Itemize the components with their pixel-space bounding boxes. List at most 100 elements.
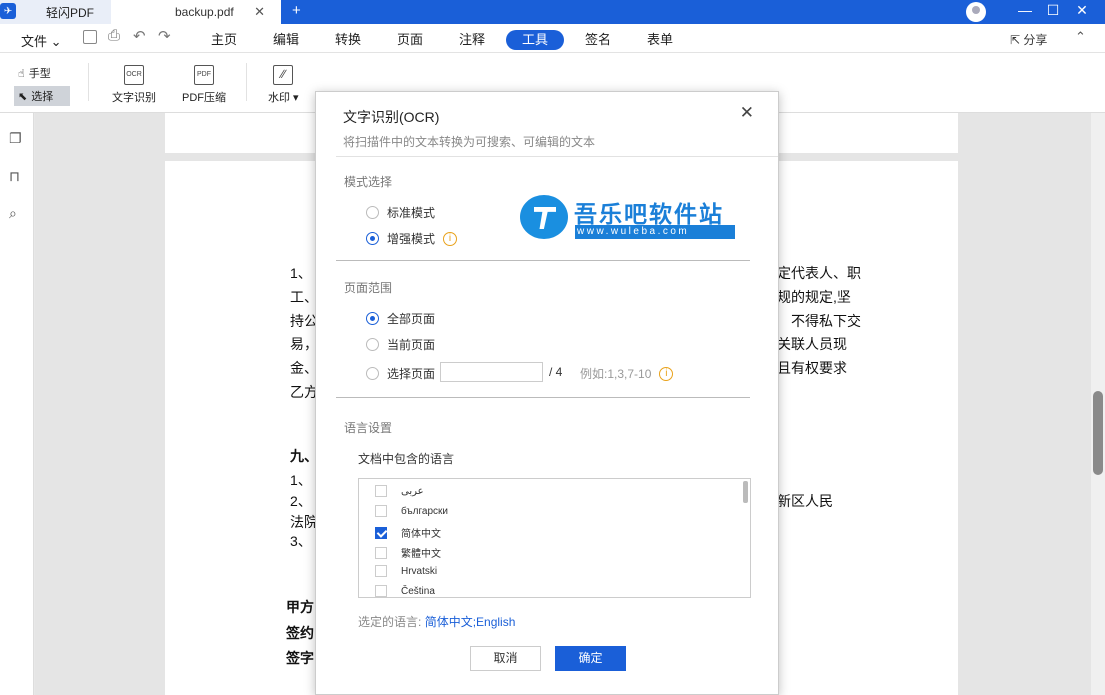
document-signature-text: 签约: [286, 625, 314, 641]
divider: [336, 397, 750, 398]
radio-indicator: [366, 206, 379, 219]
language-list[interactable]: عربى български 简体中文 繁體中文 Hrvatski Češtin…: [358, 478, 751, 598]
range-select-radio[interactable]: 选择页面: [366, 365, 435, 382]
document-text: 乙方: [290, 384, 318, 400]
language-section-label: 语言设置: [344, 421, 393, 435]
language-option[interactable]: български: [375, 505, 448, 517]
ocr-tool-button[interactable]: OCR 文字识别: [112, 65, 156, 105]
toolbar-divider: [88, 63, 89, 101]
range-section-label: 页面范围: [344, 281, 393, 295]
tab-home[interactable]: 主页: [196, 30, 252, 50]
bookmark-icon[interactable]: ⊓: [9, 168, 25, 186]
cancel-button[interactable]: 取消: [470, 646, 541, 671]
pages-thumbnail-icon[interactable]: ❐: [9, 130, 25, 148]
confirm-button[interactable]: 确定: [555, 646, 626, 671]
selected-languages-label: 选定的语言:: [358, 615, 422, 629]
document-signature-text: 甲方: [286, 599, 314, 615]
document-scrollbar[interactable]: [1091, 113, 1105, 695]
app-tab[interactable]: ✈ 轻闪PDF: [0, 0, 111, 24]
close-window-button[interactable]: ✕: [1072, 2, 1092, 19]
close-tab-icon[interactable]: ✕: [254, 4, 265, 20]
checkbox[interactable]: [375, 546, 387, 559]
document-tab-label: backup.pdf: [175, 5, 234, 19]
info-icon[interactable]: i: [443, 231, 458, 246]
scrollbar-thumb[interactable]: [1093, 391, 1103, 475]
selected-languages-value: 简体中文;English: [424, 615, 516, 629]
tab-form[interactable]: 表单: [632, 30, 688, 50]
mode-enhanced-radio[interactable]: 增强模式 i: [366, 230, 458, 247]
page-range-input[interactable]: [440, 362, 543, 382]
title-bar: ✈ 轻闪PDF backup.pdf ✕ + — ☐ ✕: [0, 0, 1105, 24]
save-icon[interactable]: [83, 30, 97, 44]
select-tool[interactable]: ⬉ 选择: [14, 86, 70, 106]
add-tab-button[interactable]: +: [292, 2, 301, 19]
tab-tools[interactable]: 工具: [506, 30, 564, 50]
file-menu[interactable]: 文件 ⌄: [21, 31, 62, 50]
document-text: 易，: [290, 336, 318, 352]
selected-languages: 选定的语言: 简体中文;English: [358, 613, 515, 630]
radio-indicator: [366, 367, 379, 380]
divider: [336, 156, 778, 157]
user-avatar[interactable]: [966, 2, 986, 22]
mode-section-label: 模式选择: [344, 175, 393, 189]
undo-icon[interactable]: ↶: [133, 27, 146, 45]
left-sidebar: ❐ ⊓ ⌕: [0, 113, 34, 695]
language-list-scrollbar[interactable]: [743, 481, 748, 503]
language-option[interactable]: Čeština: [375, 585, 435, 597]
minimize-button[interactable]: —: [1015, 2, 1035, 18]
app-logo-icon: ✈: [0, 3, 16, 19]
share-button[interactable]: ⇱ 分享: [1010, 31, 1047, 48]
watermark-logo-icon: [520, 195, 568, 239]
dialog-title: 文字识别(OCR): [343, 109, 440, 125]
radio-indicator: [366, 232, 379, 245]
watermark-icon: ∕∕: [273, 65, 294, 85]
hand-icon: ☝: [18, 67, 25, 80]
language-name: Čeština: [401, 585, 435, 597]
radio-indicator: [366, 312, 379, 325]
dialog-subtitle: 将扫描件中的文本转换为可搜索、可编辑的文本: [343, 135, 596, 149]
tab-convert[interactable]: 转换: [320, 30, 376, 50]
watermark-url: www.wuleba.com: [575, 225, 735, 239]
checkbox[interactable]: [375, 505, 387, 517]
hand-tool[interactable]: ☝ 手型: [18, 65, 51, 81]
range-current-radio[interactable]: 当前页面: [366, 336, 435, 353]
radio-indicator: [366, 338, 379, 351]
tab-annotate[interactable]: 注释: [444, 30, 500, 50]
site-watermark: 吾乐吧软件站 www.wuleba.com: [520, 193, 736, 241]
document-text: 金、: [290, 360, 318, 376]
document-text: 不得私下交: [791, 313, 861, 329]
collapse-ribbon-button[interactable]: ⌃: [1075, 29, 1086, 45]
close-dialog-button[interactable]: ✕: [740, 103, 754, 123]
language-option[interactable]: عربى: [375, 485, 424, 497]
tab-page[interactable]: 页面: [382, 30, 438, 50]
range-all-radio[interactable]: 全部页面: [366, 310, 435, 327]
language-option[interactable]: Hrvatski: [375, 565, 437, 577]
page-example-text: 例如:1,3,7-10: [580, 367, 652, 381]
checkbox[interactable]: [375, 485, 387, 497]
document-text: 2、: [290, 493, 312, 509]
checkbox[interactable]: [375, 526, 387, 539]
maximize-button[interactable]: ☐: [1043, 2, 1063, 19]
ocr-dialog: 文字识别(OCR) 将扫描件中的文本转换为可搜索、可编辑的文本 ✕ 模式选择 标…: [315, 91, 779, 695]
print-icon[interactable]: ⎙: [108, 27, 120, 44]
range-current-label: 当前页面: [387, 338, 436, 352]
tab-edit[interactable]: 编辑: [258, 30, 314, 50]
compress-tool-button[interactable]: PDF PDF压缩: [182, 65, 226, 105]
watermark-tool-button[interactable]: ∕∕ 水印 ▾: [268, 65, 299, 105]
app-name: 轻闪PDF: [46, 5, 95, 20]
document-tab[interactable]: backup.pdf ✕: [111, 0, 281, 24]
checkbox[interactable]: [375, 565, 387, 577]
language-name: български: [401, 505, 448, 517]
search-icon[interactable]: ⌕: [9, 205, 25, 223]
language-name: 繁體中文: [401, 549, 441, 560]
language-option[interactable]: 简体中文: [375, 525, 441, 540]
tab-sign[interactable]: 签名: [570, 30, 626, 50]
mode-standard-radio[interactable]: 标准模式: [366, 204, 435, 221]
info-icon[interactable]: i: [659, 366, 674, 381]
checkbox[interactable]: [375, 585, 387, 597]
language-option[interactable]: 繁體中文: [375, 545, 441, 560]
hand-tool-label: 手型: [28, 68, 51, 80]
redo-icon[interactable]: ↷: [158, 27, 171, 45]
document-text: 1、: [290, 265, 312, 281]
document-text: 且有权要求: [777, 360, 847, 376]
